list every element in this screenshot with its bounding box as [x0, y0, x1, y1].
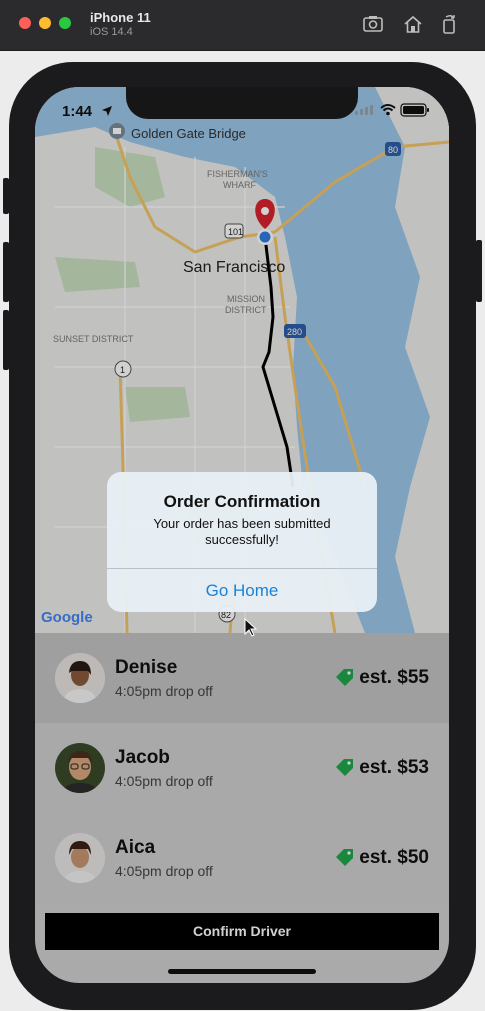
os-version: iOS 14.4	[90, 26, 133, 38]
alert-title: Order Confirmation	[163, 492, 321, 511]
home-icon[interactable]	[402, 13, 424, 35]
volume-up-button	[3, 242, 9, 302]
power-button	[476, 240, 482, 302]
zoom-window-button[interactable]	[59, 17, 71, 29]
order-confirmation-alert: Order Confirmation Your order has been s…	[107, 472, 377, 612]
rotate-icon[interactable]	[438, 13, 460, 35]
device-name: iPhone 11	[90, 10, 151, 25]
screenshot-icon[interactable]	[362, 13, 384, 35]
mouse-cursor-icon	[244, 618, 258, 637]
mute-switch	[3, 178, 9, 214]
go-home-button[interactable]: Go Home	[107, 569, 377, 612]
alert-message: Your order has been submitted successful…	[153, 516, 331, 547]
phone-screen: Golden Gate Bridge FISHERMAN'S WHARF San…	[35, 87, 449, 983]
close-window-button[interactable]	[19, 17, 31, 29]
minimize-window-button[interactable]	[39, 17, 51, 29]
volume-down-button	[3, 310, 9, 370]
simulator-title-bar: iPhone 11 iOS 14.4	[0, 0, 485, 51]
